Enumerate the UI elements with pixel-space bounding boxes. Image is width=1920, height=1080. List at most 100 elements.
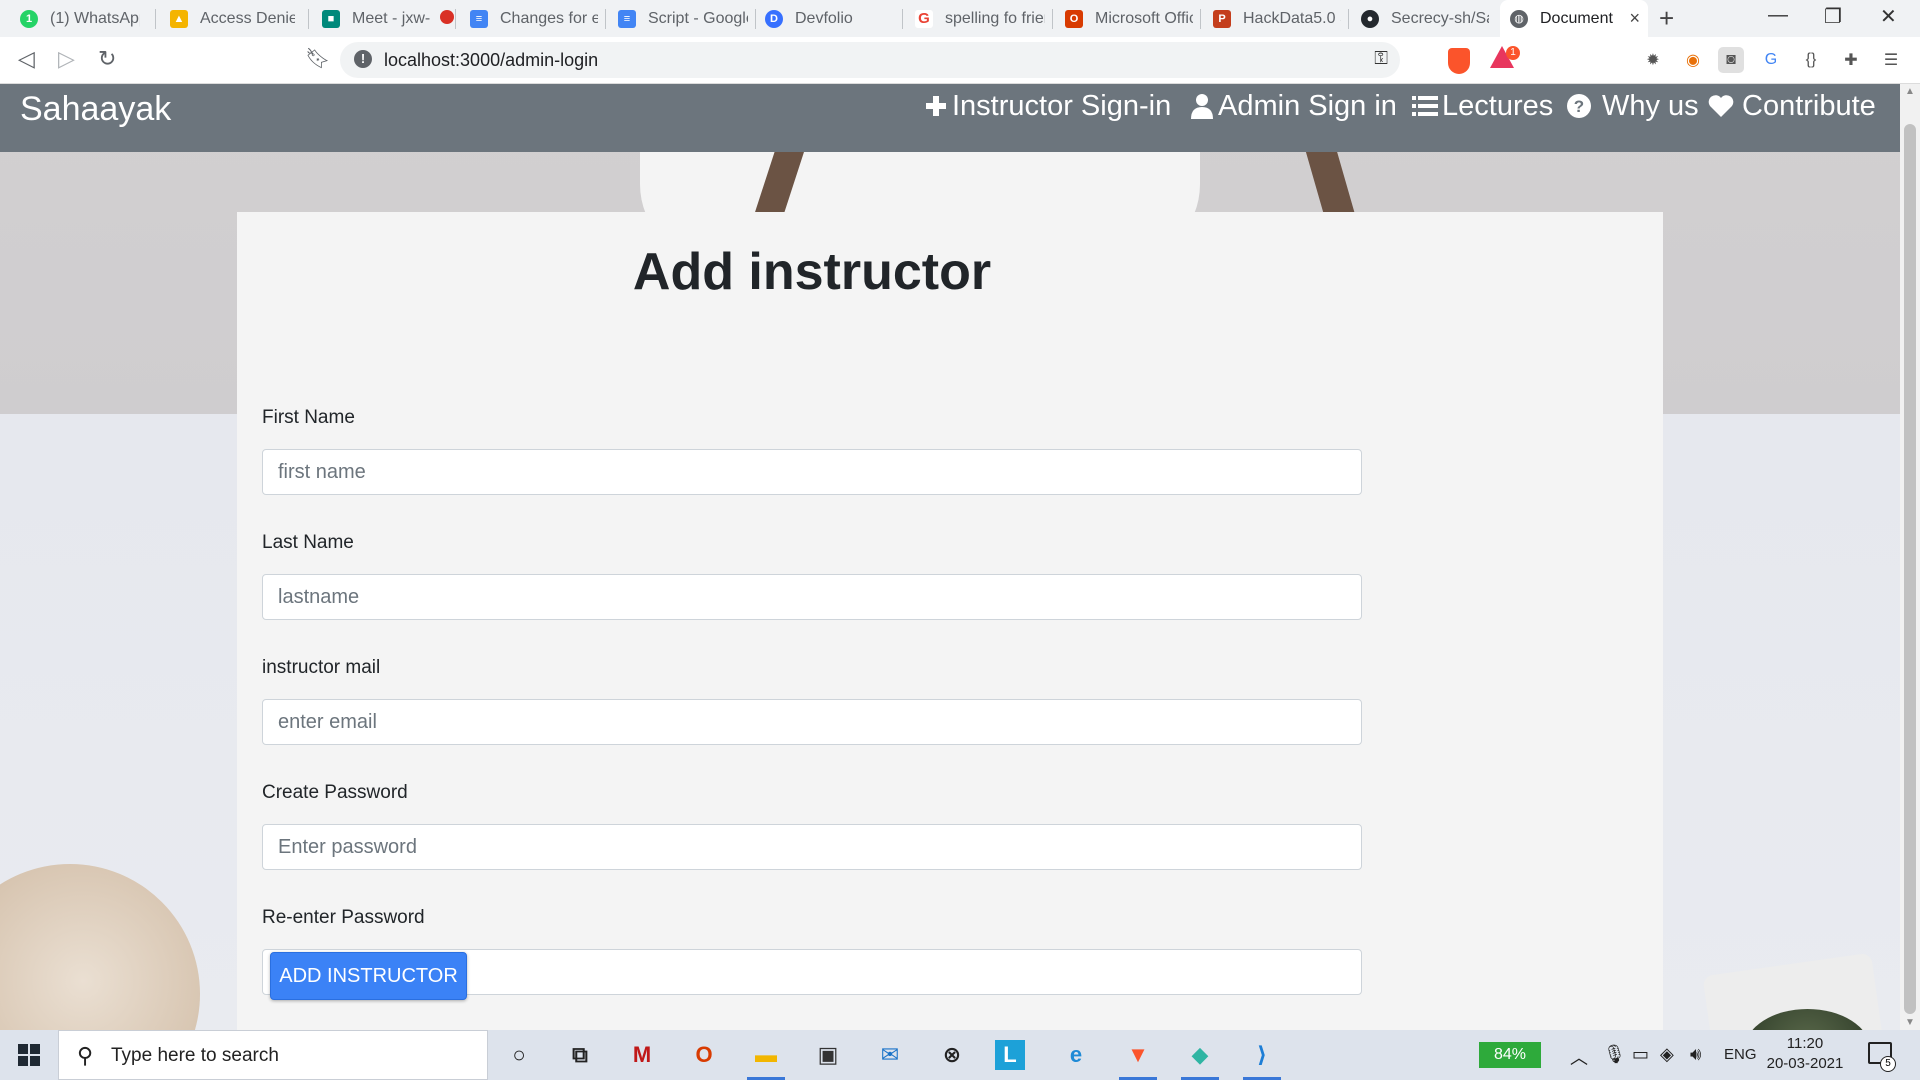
- form-title: Add instructor: [632, 243, 992, 301]
- google-icon: G: [915, 9, 933, 28]
- microphone-icon[interactable]: 🎙︎: [1603, 1044, 1626, 1065]
- tab-label: spelling fo frien: [945, 9, 1045, 27]
- nav-lectures[interactable]: Lectures: [1412, 86, 1553, 126]
- edge-icon[interactable]: e: [1057, 1036, 1095, 1074]
- tab-spelling[interactable]: G spelling fo frien: [905, 0, 1055, 37]
- globe-icon: ◍: [1510, 9, 1528, 28]
- site-brand[interactable]: Sahaayak: [20, 90, 171, 129]
- translate-icon[interactable]: G: [1758, 47, 1784, 73]
- tab-access-denied[interactable]: ▲ Access Denied: [160, 0, 305, 37]
- restore-icon[interactable]: ❐: [1824, 4, 1842, 29]
- first-name-input[interactable]: [262, 449, 1362, 495]
- brave-shields-icon[interactable]: [1448, 48, 1470, 74]
- tab-whatsapp[interactable]: 1 (1) WhatsApp: [10, 0, 150, 37]
- tab-microsoft-office[interactable]: O Microsoft Office: [1055, 0, 1203, 37]
- browser-tab-strip: 1 (1) WhatsApp ▲ Access Denied ■ Meet - …: [0, 0, 1920, 37]
- bookmark-icon[interactable]: 🔖︎: [305, 46, 330, 71]
- url-text[interactable]: localhost:3000/admin-login: [384, 50, 598, 71]
- tab-devfolio[interactable]: D Devfolio: [755, 0, 905, 37]
- address-bar[interactable]: ! localhost:3000/admin-login ⚿: [340, 42, 1400, 78]
- last-name-label: Last Name: [262, 532, 354, 553]
- language-indicator[interactable]: ENG: [1724, 1046, 1757, 1063]
- battery-indicator[interactable]: 84%: [1479, 1042, 1541, 1068]
- scroll-thumb[interactable]: [1904, 124, 1916, 1014]
- new-tab-icon[interactable]: +: [1659, 3, 1674, 34]
- google-docs-icon: ≡: [470, 9, 488, 28]
- back-icon[interactable]: ◁: [18, 46, 35, 72]
- heart-icon: [1708, 95, 1734, 117]
- scroll-down-icon[interactable]: ▼: [1905, 1017, 1915, 1028]
- extensions-puzzle-icon[interactable]: ✚: [1838, 47, 1864, 73]
- page-viewport: Sahaayak Instructor Sign-in Admin Sign i…: [0, 84, 1900, 1030]
- task-view-icon[interactable]: ⧉: [561, 1036, 599, 1074]
- tab-github[interactable]: ● Secrecy-sh/Sah: [1351, 0, 1499, 37]
- add-instructor-button[interactable]: ADD INSTRUCTOR: [270, 952, 467, 1000]
- first-name-label: First Name: [262, 407, 355, 428]
- search-placeholder: Type here to search: [111, 1045, 279, 1066]
- minimize-icon[interactable]: —: [1768, 4, 1788, 27]
- password-key-icon[interactable]: ⚿: [1374, 48, 1388, 69]
- menu-icon[interactable]: ☰: [1878, 47, 1904, 73]
- tab-label: HackData5.0 Su: [1243, 9, 1341, 27]
- tab-label: Meet - jxw-: [352, 9, 431, 27]
- network-icon[interactable]: ◈: [1660, 1044, 1674, 1065]
- store-icon[interactable]: ▣: [809, 1036, 847, 1074]
- scroll-up-icon[interactable]: ▲: [1905, 86, 1915, 97]
- l-app-icon[interactable]: L: [995, 1040, 1025, 1070]
- tab-label: Document: [1540, 9, 1613, 27]
- xbox-icon[interactable]: ⊗: [933, 1036, 971, 1074]
- google-docs-icon: ≡: [618, 9, 636, 28]
- tab-meet[interactable]: ■ Meet - jxw-: [312, 0, 462, 37]
- email-input[interactable]: [262, 699, 1362, 745]
- reload-icon[interactable]: ↻: [98, 46, 116, 72]
- tab-label: Devfolio: [795, 9, 853, 27]
- cortana-icon[interactable]: ○: [500, 1036, 538, 1074]
- file-explorer-icon[interactable]: ▬: [747, 1036, 785, 1080]
- password-input[interactable]: [262, 824, 1362, 870]
- devfolio-icon: D: [765, 9, 783, 28]
- plus-icon: [926, 96, 946, 116]
- clock-date: 20-03-2021: [1766, 1055, 1844, 1072]
- tab-hackdata[interactable]: P HackData5.0 Su: [1203, 0, 1351, 37]
- gitkraken-icon[interactable]: ◆: [1181, 1036, 1219, 1080]
- brave-icon[interactable]: ▼: [1119, 1036, 1157, 1080]
- rewards-badge: 1: [1506, 46, 1520, 60]
- last-name-input[interactable]: [262, 574, 1362, 620]
- taskbar-search[interactable]: ⚲ Type here to search: [58, 1030, 488, 1080]
- office-icon[interactable]: O: [685, 1036, 723, 1074]
- nav-contribute[interactable]: Contribute: [1708, 86, 1876, 126]
- windows-start-icon[interactable]: [18, 1044, 40, 1066]
- forward-icon[interactable]: ▷: [58, 46, 75, 72]
- vscode-icon[interactable]: ⟩: [1243, 1036, 1281, 1080]
- clock[interactable]: 11:20 20-03-2021: [1765, 1034, 1845, 1074]
- whatsapp-icon: 1: [20, 9, 38, 28]
- bug-extension-icon[interactable]: ✹: [1640, 47, 1666, 73]
- tab-changes-for-eve[interactable]: ≡ Changes for eve: [460, 0, 608, 37]
- instructor-mail-label: instructor mail: [262, 657, 381, 678]
- extension-icon[interactable]: ◉: [1680, 47, 1706, 73]
- volume-icon[interactable]: 🔊︎: [1690, 1044, 1701, 1065]
- create-password-label: Create Password: [262, 782, 408, 803]
- window-close-icon[interactable]: ✕: [1880, 4, 1897, 29]
- page-scrollbar[interactable]: ▲ ▼: [1900, 84, 1920, 1030]
- tab-document[interactable]: ◍ Document ×: [1500, 0, 1648, 37]
- nav-instructor-sign-in[interactable]: Instructor Sign-in: [924, 86, 1171, 126]
- tab-script-google[interactable]: ≡ Script - Google: [608, 0, 758, 37]
- site-info-icon[interactable]: !: [354, 50, 372, 68]
- display-icon[interactable]: ▭: [1632, 1044, 1649, 1065]
- nav-admin-sign-in[interactable]: Admin Sign in: [1190, 86, 1397, 126]
- show-hidden-icons-icon[interactable]: ︿: [1570, 1044, 1588, 1070]
- question-circle-icon: ?: [1567, 94, 1591, 118]
- close-tab-icon[interactable]: ×: [1629, 8, 1640, 29]
- nav-label: Lectures: [1442, 89, 1554, 122]
- extension-icon[interactable]: ◙: [1718, 47, 1744, 73]
- mail-icon[interactable]: ✉: [871, 1036, 909, 1074]
- site-navbar: Sahaayak Instructor Sign-in Admin Sign i…: [0, 84, 1900, 152]
- json-extension-icon[interactable]: {}: [1798, 47, 1824, 73]
- nav-why-us[interactable]: ? Why us: [1566, 86, 1699, 126]
- add-instructor-form: Add instructor First Name Last Name inst…: [237, 212, 1663, 1030]
- notification-count: 5: [1880, 1056, 1896, 1072]
- tab-label: Microsoft Office: [1095, 9, 1193, 27]
- svg-text:?: ?: [1574, 97, 1584, 116]
- mcafee-icon[interactable]: M: [623, 1036, 661, 1074]
